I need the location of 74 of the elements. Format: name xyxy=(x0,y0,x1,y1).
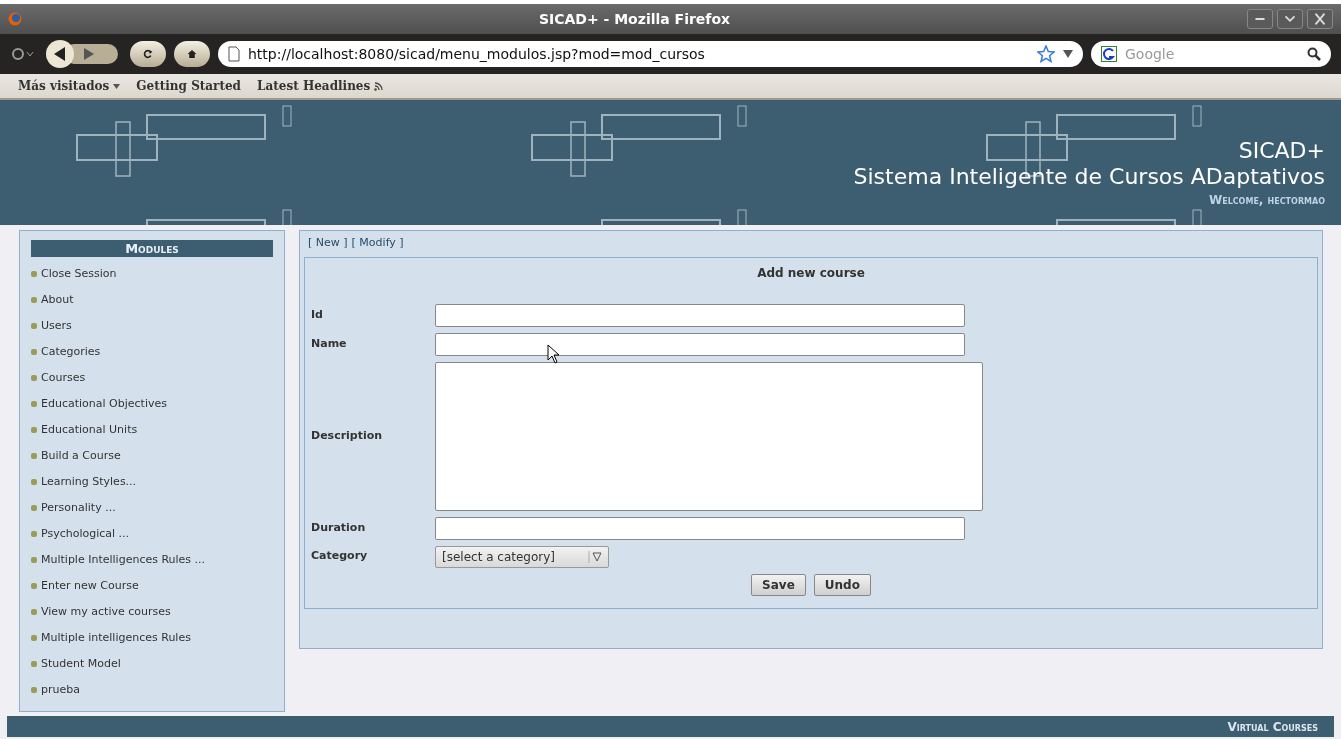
sidebar-item[interactable]: Build a Course xyxy=(41,447,121,465)
sidebar-item[interactable]: Student Model xyxy=(41,655,121,673)
sidebar-item[interactable]: Multiple intelligences Rules xyxy=(41,629,191,647)
input-field[interactable] xyxy=(435,516,965,540)
reload-icon[interactable] xyxy=(130,41,166,67)
maximize-icon[interactable] xyxy=(1277,9,1303,29)
sidebar-item[interactable]: Categories xyxy=(41,343,101,361)
action-link[interactable]: [ Modify ] xyxy=(351,235,404,252)
dropdown-icon xyxy=(588,550,602,563)
sidebar-item[interactable]: Close Session xyxy=(41,265,117,283)
form-button[interactable]: Save xyxy=(751,573,806,596)
sidebar-item[interactable]: Users xyxy=(41,317,72,335)
bullet-icon xyxy=(31,687,37,693)
caret-icon xyxy=(113,83,121,89)
page-icon xyxy=(228,46,240,62)
field-label: Category xyxy=(311,548,369,565)
field-label: Id xyxy=(311,306,324,323)
sidebar-item[interactable]: Courses xyxy=(41,369,86,387)
address-bar[interactable]: http://localhost:8080/sicad/menu_modulos.jsp?mod=mod_cursos xyxy=(218,41,1083,67)
input-field[interactable] xyxy=(435,303,965,327)
bookmark-menu[interactable]: Más visitados xyxy=(18,77,121,95)
bullet-icon xyxy=(31,271,37,277)
field-label: Duration xyxy=(311,519,367,536)
bullet-icon xyxy=(31,505,37,511)
dropdown-icon[interactable] xyxy=(1063,50,1073,58)
sidebar-item[interactable]: Multiple Intelligences Rules ... xyxy=(41,551,206,569)
bullet-icon xyxy=(31,349,37,355)
window-title: SICAD+ - Mozilla Firefox xyxy=(537,9,732,29)
home-icon[interactable] xyxy=(174,41,210,67)
bullet-icon xyxy=(31,375,37,381)
bullet-icon xyxy=(31,609,37,615)
star-icon[interactable] xyxy=(1037,45,1055,63)
sidebar-item[interactable]: Educational Units xyxy=(41,421,138,439)
search-icon[interactable] xyxy=(1307,47,1321,61)
bullet-icon xyxy=(31,323,37,329)
site-subtitle: Sistema Inteligente de Cursos ADaptativos xyxy=(853,164,1325,191)
site-title: SICAD+ xyxy=(1237,138,1325,165)
bullet-icon xyxy=(31,531,37,537)
feed-bookmark[interactable]: Latest Headlines xyxy=(257,77,384,95)
sidebar-item[interactable]: Psychological ... xyxy=(41,525,130,543)
field-label: Name xyxy=(311,335,348,352)
footer-text: Virtual Courses xyxy=(7,716,1334,737)
form-title: Add new course xyxy=(756,264,866,282)
bullet-icon xyxy=(31,453,37,459)
sidebar-item[interactable]: prueba xyxy=(41,681,80,699)
action-link[interactable]: [ New ] xyxy=(308,235,348,252)
field-label: Description xyxy=(311,427,384,444)
welcome-text: Welcome, hectormao xyxy=(1207,191,1325,209)
sidebar-item[interactable]: Learning Styles... xyxy=(41,473,137,491)
bookmark-link[interactable]: Getting Started xyxy=(136,77,241,95)
bullet-icon xyxy=(31,427,37,433)
input-field[interactable] xyxy=(435,332,965,356)
browser-logo-icon xyxy=(8,12,22,26)
sidebar-item[interactable]: View my active courses xyxy=(41,603,171,621)
bullet-icon xyxy=(31,661,37,667)
search-engine-icon[interactable] xyxy=(1101,46,1117,62)
bullet-icon xyxy=(31,635,37,641)
minimize-icon[interactable] xyxy=(1247,9,1273,29)
category-select[interactable]: [select a category] xyxy=(435,545,609,568)
bullet-icon xyxy=(31,297,37,303)
modules-title: Modules xyxy=(31,240,273,257)
bullet-icon xyxy=(31,479,37,485)
sidebar-item[interactable]: Educational Objectives xyxy=(41,395,167,413)
feed-icon xyxy=(374,81,384,91)
sidebar-item[interactable]: About xyxy=(41,291,74,309)
form-button[interactable]: Undo xyxy=(813,573,871,596)
close-icon[interactable] xyxy=(1307,9,1333,29)
bullet-icon xyxy=(31,557,37,563)
cursor-icon xyxy=(547,343,561,364)
description-field[interactable] xyxy=(435,361,983,511)
sidebar-item[interactable]: Personality ... xyxy=(41,499,116,517)
bullet-icon xyxy=(31,401,37,407)
bullet-icon xyxy=(31,583,37,589)
sidebar-item[interactable]: Enter new Course xyxy=(41,577,139,595)
